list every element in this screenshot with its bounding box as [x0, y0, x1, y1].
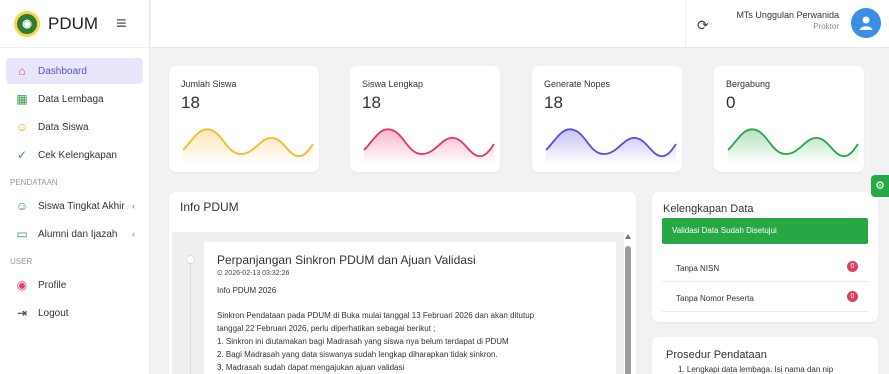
prosedur-panel: Prosedur Pendataan 1. Lengkapi data lemb… — [652, 337, 878, 374]
app-name: PDUM — [48, 13, 99, 33]
panel-title: Info PDUM — [180, 200, 239, 214]
sidebar-item-siswa-tingkat-akhir[interactable]: ☺ Siswa Tingkat Akhir ‹ — [6, 193, 143, 219]
sparkline-area — [364, 129, 494, 164]
top-header: ⟳ MTs Unggulan Perwanida Proktor — [151, 0, 889, 48]
timeline-dot — [186, 255, 195, 264]
avatar[interactable] — [851, 8, 881, 38]
user-role: Proktor — [813, 22, 839, 31]
logout-icon: ⇥ — [16, 306, 28, 320]
scrollbar-thumb[interactable] — [625, 246, 631, 374]
chevron-left-icon: ‹ — [132, 229, 135, 239]
post-date: ⏲ 2026-02-13 03:32:26 — [217, 270, 290, 277]
section-label-pendataan: PENDATAAN — [10, 178, 58, 187]
post-line: tanggal 22 Februari 2026, perlu diperhat… — [217, 324, 436, 333]
validation-alert: Validasi Data Sudah Disetujui — [662, 218, 868, 244]
sidebar: ◉ PDUM ≡ ⌂ Dashboard ▦ Data Lembaga ☺ Da… — [0, 0, 150, 374]
sparkline-area — [546, 129, 676, 164]
stat-value: 18 — [544, 93, 563, 112]
stat-card-generate-nopes: Generate Nopes 18 — [532, 66, 682, 172]
hamburger-menu-icon[interactable]: ≡ — [116, 13, 127, 34]
sidebar-item-data-lembaga[interactable]: ▦ Data Lembaga — [6, 86, 143, 112]
stat-card-siswa-lengkap: Siswa Lengkap 18 — [350, 66, 500, 172]
post-body: Sinkron Pendataan pada PDUM di Buka mula… — [217, 309, 603, 374]
sparkline-area — [728, 129, 858, 164]
users-icon: ☺ — [15, 199, 29, 213]
app-logo-icon: ◉ — [14, 10, 40, 37]
stat-title: Bergabung — [726, 79, 771, 89]
stat-sparkline — [727, 128, 859, 164]
brand: ◉ PDUM ≡ — [0, 0, 149, 48]
section-label-user: USER — [10, 257, 33, 266]
post-line: 3. Madrasah sudah dapat mengajukan ajuan… — [217, 363, 405, 372]
stat-value: 18 — [181, 93, 200, 112]
count-badge: 0 — [847, 261, 858, 272]
home-icon: ⌂ — [18, 64, 26, 78]
users-icon: ☺ — [15, 120, 29, 134]
sidebar-item-logout[interactable]: ⇥ Logout — [6, 300, 143, 326]
user-name: MTs Unggulan Perwanida — [736, 10, 839, 20]
timeline-line — [190, 262, 191, 374]
list-item-label: Tanpa Nomor Peserta — [676, 294, 754, 303]
stat-sparkline — [182, 128, 314, 164]
sidebar-item-label: Dashboard — [38, 65, 87, 77]
list-item-tanpa-nisn[interactable]: Tanpa NISN 0 — [662, 252, 868, 282]
stat-sparkline — [363, 128, 495, 164]
sidebar-item-label: Profile — [38, 279, 67, 291]
post-subtitle: Info PDUM 2026 — [217, 286, 277, 295]
sidebar-item-cek-kelengkapan[interactable]: ✓ Cek Kelengkapan — [6, 142, 143, 168]
sidebar-item-label: Alumni dan Ijazah — [38, 228, 118, 240]
timeline-post: Perpanjangan Sinkron PDUM dan Ajuan Vali… — [204, 242, 616, 374]
kelengkapan-panel: Kelengkapan Data Validasi Data Sudah Dis… — [652, 192, 878, 322]
list-item-tanpa-nomor-peserta[interactable]: Tanpa Nomor Peserta 0 — [662, 282, 868, 312]
panel-title: Kelengkapan Data — [663, 203, 754, 215]
stat-title: Jumlah Siswa — [181, 79, 237, 89]
sidebar-item-label: Data Siswa — [38, 121, 89, 133]
certificate-icon: ▭ — [16, 227, 28, 241]
post-line: Sinkron Pendataan pada PDUM di Buka mula… — [217, 311, 535, 320]
user-avatar-icon — [859, 16, 873, 30]
stat-value: 0 — [726, 93, 736, 112]
building-icon: ▦ — [16, 92, 28, 106]
scrollbar[interactable] — [624, 232, 633, 374]
stat-card-jumlah-siswa: Jumlah Siswa 18 — [169, 66, 319, 172]
header-divider — [685, 0, 686, 48]
scroll-up-arrow-icon[interactable] — [625, 234, 631, 239]
panel-title: Prosedur Pendataan — [666, 349, 767, 361]
sync-icon[interactable]: ⟳ — [697, 17, 709, 34]
sidebar-item-label: Logout — [38, 307, 69, 319]
stat-title: Siswa Lengkap — [362, 79, 424, 89]
sidebar-item-profile[interactable]: ◉ Profile — [6, 272, 143, 298]
count-badge: 0 — [847, 291, 858, 302]
list-item-label: Tanpa NISN — [676, 264, 720, 273]
sidebar-item-label: Data Lembaga — [38, 93, 104, 105]
sidebar-item-dashboard[interactable]: ⌂ Dashboard — [6, 58, 143, 84]
chevron-left-icon: ‹ — [132, 201, 135, 211]
stat-sparkline — [545, 128, 677, 164]
stat-title: Generate Nopes — [544, 79, 611, 89]
post-line: 1. Sinkron ini diutamakan bagi Madrasah … — [217, 337, 509, 346]
user-circle-icon: ◉ — [16, 278, 28, 292]
sparkline-area — [183, 129, 313, 164]
procedure-step: 1. Lengkapi data lembaga. Isi nama dan n… — [678, 365, 834, 374]
user-check-icon: ✓ — [16, 148, 28, 162]
info-panel: Info PDUM Perpanjangan Sinkron PDUM dan … — [169, 192, 636, 374]
post-line: 2. Bagi Madrasah yang data siswanya suda… — [217, 350, 498, 359]
sidebar-item-label: Siswa Tingkat Akhir — [38, 200, 125, 212]
sidebar-item-alumni-dan-ijazah[interactable]: ▭ Alumni dan Ijazah ‹ — [6, 221, 143, 247]
post-title: Perpanjangan Sinkron PDUM dan Ajuan Vali… — [217, 253, 476, 267]
stat-card-bergabung: Bergabung 0 — [714, 66, 864, 172]
settings-gear-icon[interactable]: ⚙ — [871, 175, 889, 197]
sidebar-nav: ⌂ Dashboard ▦ Data Lembaga ☺ Data Siswa … — [0, 48, 149, 338]
sidebar-item-data-siswa[interactable]: ☺ Data Siswa — [6, 114, 143, 140]
sidebar-item-label: Cek Kelengkapan — [38, 149, 117, 161]
timeline: Perpanjangan Sinkron PDUM dan Ajuan Vali… — [172, 232, 624, 374]
stat-value: 18 — [362, 93, 381, 112]
user-info[interactable]: MTs Unggulan Perwanida Proktor — [736, 10, 839, 31]
